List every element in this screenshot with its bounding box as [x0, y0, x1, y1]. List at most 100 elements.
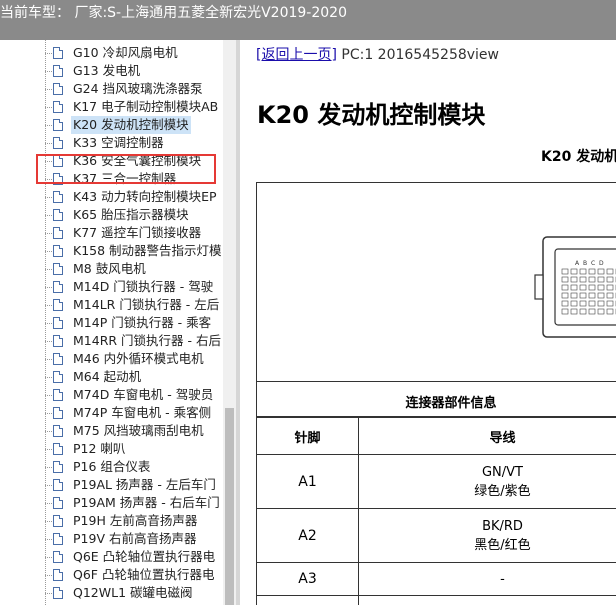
- tree-item[interactable]: K33 空调控制器: [45, 134, 235, 152]
- wire-code: BK/RD: [482, 518, 523, 534]
- component-tree[interactable]: G10 冷却风扇电机 G13 发电机 G24 挡风玻璃洗涤器泵 K17 电子制动控制模…: [0, 40, 236, 605]
- tree-scrollbar-thumb[interactable]: [225, 408, 234, 605]
- tree-item[interactable]: M74P 车窗电机 - 乘客侧: [45, 404, 235, 422]
- tree-item-label: M74D 车窗电机 - 驾驶员: [73, 387, 214, 402]
- tree-item[interactable]: Q6E 凸轮轴位置执行器电: [45, 548, 235, 566]
- tree-item-label: M8 鼓风电机: [73, 261, 146, 276]
- wire-description: 绿色/紫色: [474, 483, 531, 499]
- tree-item[interactable]: P19AM 扬声器 - 右后车门: [45, 494, 235, 512]
- wire-code: GN/VT: [481, 464, 523, 480]
- document-icon: [53, 335, 63, 347]
- tree-item-label: Q12WL1 碳罐电磁阀: [73, 585, 193, 600]
- document-icon: [53, 47, 63, 59]
- connector-diagram: A B C D: [534, 236, 616, 338]
- connector-letter: B: [583, 260, 587, 267]
- tree-item-label: M14LR 门锁执行器 - 左后: [73, 297, 220, 312]
- document-icon: [53, 137, 63, 149]
- pin-cell: A3: [256, 562, 359, 596]
- document-icon: [53, 263, 63, 275]
- tree-item[interactable]: P16 组合仪表: [45, 458, 235, 476]
- page-info: PC:1 2016545258view: [341, 47, 499, 63]
- document-icon: [53, 317, 63, 329]
- document-icon: [53, 101, 63, 113]
- tree-item[interactable]: M14LR 门锁执行器 - 左后: [45, 296, 235, 314]
- table-title: K20 发动机: [541, 149, 616, 165]
- tree-item[interactable]: G24 挡风玻璃洗涤器泵: [45, 80, 235, 98]
- document-icon: [53, 353, 63, 365]
- tree-item-label: M14P 门锁执行器 - 乘客: [73, 315, 212, 330]
- tree-item-label: M75 风挡玻璃雨刮电机: [73, 423, 204, 438]
- connector-info-label: 连接器部件信息: [405, 396, 497, 411]
- document-icon: [53, 83, 63, 95]
- tree-item-label: K77 遥控车门锁接收器: [73, 225, 202, 240]
- tree-item-label: P16 组合仪表: [73, 459, 151, 474]
- document-icon: [53, 281, 63, 293]
- document-icon: [53, 245, 63, 257]
- document-icon: [53, 389, 63, 401]
- pin-cell: A1: [256, 454, 359, 509]
- tree-item[interactable]: M46 内外循环模式电机: [45, 350, 235, 368]
- tree-item[interactable]: M64 起动机: [45, 368, 235, 386]
- tree-item[interactable]: P12 喇叭: [45, 440, 235, 458]
- page-title: K20 发动机控制模块: [257, 101, 486, 129]
- back-link[interactable]: [返回上一页]: [256, 47, 337, 63]
- tree-item[interactable]: P19H 左前高音扬声器: [45, 512, 235, 530]
- document-icon: [53, 461, 63, 473]
- tree-item-label: M14D 门锁执行器 - 驾驶: [73, 279, 214, 294]
- tree-item[interactable]: P19V 右前高音扬声器: [45, 530, 235, 548]
- pin-cell: A2: [256, 508, 359, 563]
- connector-letter: D: [599, 260, 604, 267]
- tree-item[interactable]: K65 胎压指示器模块: [45, 206, 235, 224]
- tree-item[interactable]: M74D 车窗电机 - 驾驶员: [45, 386, 235, 404]
- nav-bar: [返回上一页] PC:1 2016545258view: [256, 44, 499, 64]
- tree-item[interactable]: Q12WL1 碳罐电磁阀: [45, 584, 235, 602]
- tree-item[interactable]: K77 遥控车门锁接收器: [45, 224, 235, 242]
- document-icon: [53, 479, 63, 491]
- table-row: A4: [256, 595, 616, 605]
- connector-image-cell: A B C D: [256, 182, 616, 382]
- tree-item[interactable]: Q6F 凸轮轴位置执行器电: [45, 566, 235, 584]
- tree-item-label: G10 冷却风扇电机: [73, 45, 178, 60]
- document-icon: [53, 371, 63, 383]
- tree-item[interactable]: M8 鼓风电机: [45, 260, 235, 278]
- tree-item-label: M74P 车窗电机 - 乘客侧: [73, 405, 212, 420]
- tree-item[interactable]: K17 电子制动控制模块AB: [45, 98, 235, 116]
- tree-item-label: P19V 右前高音扬声器: [73, 531, 197, 546]
- tree-item-label: K17 电子制动控制模块AB: [73, 99, 219, 114]
- connector-latch: [534, 274, 544, 300]
- document-icon: [53, 119, 63, 131]
- tree-item[interactable]: M14P 门锁执行器 - 乘客: [45, 314, 235, 332]
- tree-item-label: P19AL 扬声器 - 左后车门: [73, 477, 216, 492]
- pin-cell: A4: [256, 595, 359, 605]
- tree-item[interactable]: M75 风挡玻璃雨刮电机: [45, 422, 235, 440]
- tree-item[interactable]: K43 动力转向控制模块EP: [45, 188, 235, 206]
- tree-scrollbar[interactable]: [223, 40, 236, 605]
- tree-item-label: M64 起动机: [73, 369, 142, 384]
- document-icon: [53, 443, 63, 455]
- tree-item[interactable]: P19AL 扬声器 - 左后车门: [45, 476, 235, 494]
- tree-item[interactable]: G13 发电机: [45, 62, 235, 80]
- tree-item-label: K158 制动器警告指示灯模: [73, 243, 222, 258]
- tree-item-label: G13 发电机: [73, 63, 141, 78]
- title-bar: 当前车型： 厂家:S-上海通用五菱全新宏光V2019-2020: [0, 0, 616, 40]
- document-icon: [53, 191, 63, 203]
- selection-highlight-box: [36, 154, 216, 184]
- tree-item[interactable]: G10 冷却风扇电机: [45, 44, 235, 62]
- document-icon: [53, 209, 63, 221]
- tree-item-label: P12 喇叭: [73, 441, 126, 456]
- document-icon: [53, 407, 63, 419]
- tree-item[interactable]: M14RR 门锁执行器 - 右后: [45, 332, 235, 350]
- table-row: A2 BK/RD 黑色/红色: [256, 508, 616, 563]
- document-icon: [53, 497, 63, 509]
- tree-item-label: Q6E 凸轮轴位置执行器电: [73, 549, 216, 564]
- title-bar-text: 当前车型： 厂家:S-上海通用五菱全新宏光V2019-2020: [0, 5, 347, 21]
- tree-item[interactable]: K158 制动器警告指示灯模: [45, 242, 235, 260]
- tree-item-label: K33 空调控制器: [73, 135, 164, 150]
- document-icon: [53, 65, 63, 77]
- tree-item[interactable]: M14D 门锁执行器 - 驾驶: [45, 278, 235, 296]
- connector-letter: C: [591, 260, 595, 267]
- document-icon: [53, 587, 63, 599]
- wire-cell: -: [358, 562, 616, 596]
- document-icon: [53, 533, 63, 545]
- tree-item[interactable]: K20 发动机控制模块: [45, 116, 235, 134]
